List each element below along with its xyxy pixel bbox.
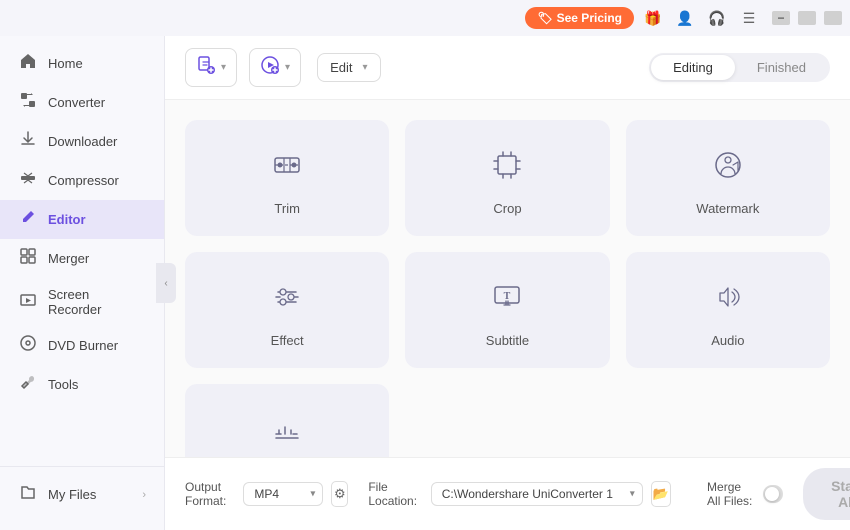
watermark-icon: [711, 148, 745, 189]
headset-icon[interactable]: 🎧: [704, 5, 730, 31]
merge-all-toggle[interactable]: [763, 485, 783, 503]
see-pricing-label: See Pricing: [557, 11, 622, 25]
title-bar: 🏷 See Pricing 🎁 👤 🎧 ☰ − □ ✕: [0, 0, 850, 36]
editor-card-audio[interactable]: Audio: [626, 252, 830, 368]
sidebar-merger-label: Merger: [48, 251, 89, 266]
watermark-label: Watermark: [696, 201, 759, 216]
my-files-expand-icon: ›: [142, 489, 146, 501]
merge-all-group: Merge All Files:: [707, 480, 783, 508]
sidebar-item-screen-recorder[interactable]: Screen Recorder: [0, 278, 164, 326]
crop-icon: [490, 148, 524, 189]
edit-dropdown-label: Edit: [330, 60, 352, 75]
maximize-button[interactable]: □: [798, 11, 816, 25]
add-media-icon: [260, 55, 280, 80]
sidebar-item-home[interactable]: Home: [0, 44, 164, 83]
my-files-icon: [18, 484, 38, 505]
effect-icon: [270, 280, 304, 321]
editor-card-speed[interactable]: Speed: [185, 384, 389, 457]
sidebar-item-dvd-burner[interactable]: DVD Burner: [0, 326, 164, 365]
effect-label: Effect: [271, 333, 304, 348]
sidebar-collapse-button[interactable]: ‹: [156, 263, 176, 303]
toolbar: ▾ ▾ Edit ▾ Editing Finishe: [165, 36, 850, 100]
compressor-icon: [18, 170, 38, 191]
sidebar-item-downloader[interactable]: Downloader: [0, 122, 164, 161]
editor-grid-row1: Trim Crop: [185, 120, 830, 457]
merge-all-label: Merge All Files:: [707, 480, 755, 508]
crop-label: Crop: [493, 201, 521, 216]
output-format-field: Output Format: MP4 MOV AVI MKV ⚙: [185, 480, 348, 508]
menu-icon[interactable]: ☰: [736, 5, 762, 31]
subtitle-label: Subtitle: [486, 333, 529, 348]
see-pricing-button[interactable]: 🏷 See Pricing: [525, 7, 634, 29]
minimize-button[interactable]: −: [772, 11, 790, 25]
sidebar-compressor-label: Compressor: [48, 173, 119, 188]
downloader-icon: [18, 131, 38, 152]
sidebar-downloader-label: Downloader: [48, 134, 117, 149]
editor-card-watermark[interactable]: Watermark: [626, 120, 830, 236]
trim-icon: [270, 148, 304, 189]
speed-icon: [270, 412, 304, 453]
add-file-icon: [196, 55, 216, 80]
tools-icon: [18, 374, 38, 395]
subtitle-icon: T: [490, 280, 524, 321]
sidebar-item-converter[interactable]: Converter: [0, 83, 164, 122]
sidebar-tools-label: Tools: [48, 377, 78, 392]
sidebar-dvd-burner-label: DVD Burner: [48, 338, 118, 353]
audio-icon: [711, 280, 745, 321]
output-format-select-wrap: MP4 MOV AVI MKV: [243, 482, 323, 506]
output-format-select[interactable]: MP4 MOV AVI MKV: [243, 482, 323, 506]
sidebar-home-label: Home: [48, 56, 83, 71]
sidebar: Home Converter Downloader Compressor Edi…: [0, 36, 165, 530]
browse-folder-button[interactable]: 📂: [651, 481, 671, 507]
svg-text:T: T: [504, 291, 511, 302]
screen-recorder-icon: [18, 292, 38, 313]
sidebar-bottom: My Files ›: [0, 466, 164, 522]
add-media-arrow: ▾: [285, 62, 290, 73]
sidebar-screen-recorder-label: Screen Recorder: [48, 287, 146, 317]
sidebar-my-files-label: My Files: [48, 487, 96, 502]
add-file-button[interactable]: ▾: [185, 48, 237, 87]
add-file-arrow: ▾: [221, 62, 226, 73]
editor-card-trim[interactable]: Trim: [185, 120, 389, 236]
tab-editing[interactable]: Editing: [651, 55, 735, 80]
app-container: Home Converter Downloader Compressor Edi…: [0, 36, 850, 530]
editor-card-subtitle[interactable]: T Subtitle: [405, 252, 609, 368]
main-content: ▾ ▾ Edit ▾ Editing Finishe: [165, 36, 850, 530]
dvd-burner-icon: [18, 335, 38, 356]
edit-dropdown-arrow: ▾: [362, 62, 367, 73]
sidebar-item-editor[interactable]: Editor: [0, 200, 164, 239]
converter-icon: [18, 92, 38, 113]
edit-dropdown[interactable]: Edit ▾: [317, 53, 380, 82]
tab-group: Editing Finished: [649, 53, 830, 82]
file-location-select-wrap: C:\Wondershare UniConverter 1: [431, 482, 643, 506]
sidebar-item-tools[interactable]: Tools: [0, 365, 164, 404]
output-settings-button[interactable]: ⚙: [331, 481, 348, 507]
sidebar-converter-label: Converter: [48, 95, 105, 110]
user-icon[interactable]: 👤: [672, 5, 698, 31]
add-media-button[interactable]: ▾: [249, 48, 301, 87]
sidebar-item-merger[interactable]: Merger: [0, 239, 164, 278]
editor-icon: [18, 209, 38, 230]
tag-icon: 🏷: [537, 11, 552, 25]
file-location-select[interactable]: C:\Wondershare UniConverter 1: [431, 482, 643, 506]
gift-icon[interactable]: 🎁: [640, 5, 666, 31]
start-all-button[interactable]: Start All: [803, 468, 850, 520]
bottom-bar: Output Format: MP4 MOV AVI MKV ⚙ File Lo…: [165, 457, 850, 530]
home-icon: [18, 53, 38, 74]
sidebar-item-compressor[interactable]: Compressor: [0, 161, 164, 200]
sidebar-editor-label: Editor: [48, 212, 86, 227]
tab-finished[interactable]: Finished: [735, 55, 828, 80]
file-location-field: File Location: C:\Wondershare UniConvert…: [368, 480, 671, 508]
sidebar-item-my-files[interactable]: My Files ›: [0, 475, 164, 514]
merger-icon: [18, 248, 38, 269]
editor-area: Trim Crop: [165, 100, 850, 457]
close-button[interactable]: ✕: [824, 11, 842, 25]
editor-card-crop[interactable]: Crop: [405, 120, 609, 236]
trim-label: Trim: [274, 201, 300, 216]
editor-card-effect[interactable]: Effect: [185, 252, 389, 368]
audio-label: Audio: [711, 333, 744, 348]
file-location-label: File Location:: [368, 480, 422, 508]
output-format-label: Output Format:: [185, 480, 235, 508]
